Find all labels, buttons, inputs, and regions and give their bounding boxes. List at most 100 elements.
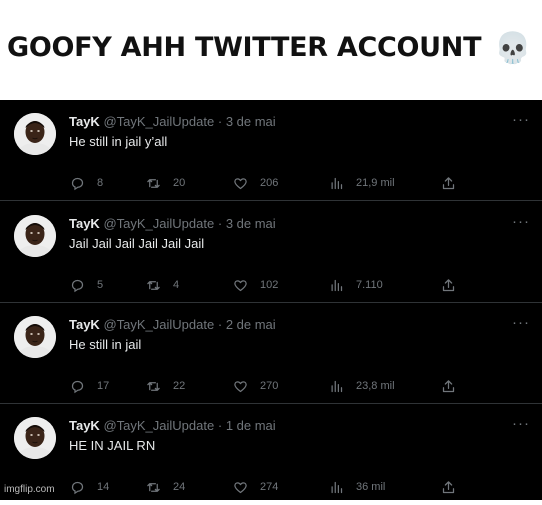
tweet[interactable]: TayK @TayK_JailUpdate · 1 de mai ··· HE … — [0, 404, 542, 505]
views-button[interactable]: 7.110 — [329, 276, 383, 294]
retweet-count: 24 — [173, 481, 186, 493]
share-button[interactable] — [441, 174, 456, 192]
views-button[interactable]: 21,9 mil — [329, 174, 395, 192]
action-bar: 14 24 274 36 mil — [0, 478, 542, 496]
views-icon — [331, 279, 343, 291]
display-name[interactable]: TayK — [69, 418, 100, 433]
reply-button[interactable]: 14 — [70, 478, 109, 496]
reply-icon — [71, 279, 84, 292]
heart-icon — [234, 481, 247, 493]
avatar-image — [14, 113, 56, 155]
more-options-icon[interactable]: ··· — [512, 314, 530, 331]
caption-text: GOOFY AHH TWITTER ACCOUNT — [7, 32, 482, 63]
like-button[interactable]: 206 — [233, 174, 278, 192]
share-icon — [442, 480, 455, 493]
separator-dot: · — [217, 114, 223, 129]
retweet-icon — [147, 280, 160, 290]
retweet-button[interactable]: 20 — [146, 174, 185, 192]
avatar-image — [14, 215, 56, 257]
like-button[interactable]: 270 — [233, 377, 278, 395]
share-button[interactable] — [441, 478, 456, 496]
separator-dot: · — [217, 418, 223, 433]
reply-count: 8 — [97, 177, 104, 189]
reply-icon — [71, 481, 84, 494]
tweet-header: TayK @TayK_JailUpdate · 1 de mai — [69, 418, 276, 433]
avatar[interactable] — [14, 316, 56, 358]
watermark: imgflip.com — [4, 484, 55, 495]
retweet-count: 4 — [173, 279, 180, 291]
like-button[interactable]: 274 — [233, 478, 278, 496]
user-handle[interactable]: @TayK_JailUpdate — [103, 114, 214, 129]
separator-dot: · — [217, 317, 223, 332]
tweet-header: TayK @TayK_JailUpdate · 3 de mai — [69, 216, 276, 231]
share-icon — [442, 278, 455, 291]
views-button[interactable]: 36 mil — [329, 478, 385, 496]
view-count: 36 mil — [356, 481, 386, 493]
view-count: 21,9 mil — [356, 177, 395, 189]
action-bar: 5 4 102 7.110 — [0, 276, 542, 294]
heart-icon — [234, 279, 247, 291]
tweet-text: Jail Jail Jail Jail Jail Jail — [69, 236, 205, 251]
user-handle[interactable]: @TayK_JailUpdate — [103, 317, 214, 332]
reply-button[interactable]: 8 — [70, 174, 103, 192]
tweet-date[interactable]: 3 de mai — [226, 114, 276, 129]
tweet-text: He still in jail y’all — [69, 134, 168, 149]
reply-icon — [71, 380, 84, 393]
tweet-header: TayK @TayK_JailUpdate · 3 de mai — [69, 114, 276, 129]
tweet-header: TayK @TayK_JailUpdate · 2 de mai — [69, 317, 276, 332]
reply-button[interactable]: 5 — [70, 276, 103, 294]
share-button[interactable] — [441, 276, 456, 294]
tweet-text: HE IN JAIL RN — [69, 438, 156, 453]
reply-count: 17 — [97, 380, 110, 392]
retweet-button[interactable]: 24 — [146, 478, 185, 496]
reply-count: 14 — [97, 481, 110, 493]
display-name[interactable]: TayK — [69, 216, 100, 231]
meme-caption: GOOFY AHH TWITTER ACCOUNT 💀 — [0, 0, 542, 100]
more-options-icon[interactable]: ··· — [512, 415, 530, 432]
display-name[interactable]: TayK — [69, 317, 100, 332]
tweet[interactable]: TayK @TayK_JailUpdate · 3 de mai ··· He … — [0, 100, 542, 201]
views-icon — [331, 177, 343, 189]
views-icon — [331, 380, 343, 392]
tweet[interactable]: TayK @TayK_JailUpdate · 2 de mai ··· He … — [0, 303, 542, 404]
display-name[interactable]: TayK — [69, 114, 100, 129]
like-count: 270 — [260, 380, 279, 392]
more-options-icon[interactable]: ··· — [512, 213, 530, 230]
tweet-date[interactable]: 2 de mai — [226, 317, 276, 332]
action-bar: 17 22 270 23,8 mil — [0, 377, 542, 395]
separator-dot: · — [217, 216, 223, 231]
retweet-icon — [147, 482, 160, 492]
reply-button[interactable]: 17 — [70, 377, 109, 395]
avatar[interactable] — [14, 417, 56, 459]
retweet-button[interactable]: 22 — [146, 377, 185, 395]
avatar[interactable] — [14, 215, 56, 257]
retweet-button[interactable]: 4 — [146, 276, 179, 294]
like-count: 102 — [260, 279, 279, 291]
heart-icon — [234, 380, 247, 392]
share-icon — [442, 176, 455, 189]
tweet-date[interactable]: 1 de mai — [226, 418, 276, 433]
more-options-icon[interactable]: ··· — [512, 111, 530, 128]
like-button[interactable]: 102 — [233, 276, 278, 294]
retweet-count: 20 — [173, 177, 186, 189]
heart-icon — [234, 177, 247, 189]
view-count: 23,8 mil — [356, 380, 395, 392]
views-icon — [331, 481, 343, 493]
share-icon — [442, 379, 455, 392]
views-button[interactable]: 23,8 mil — [329, 377, 395, 395]
user-handle[interactable]: @TayK_JailUpdate — [103, 216, 214, 231]
retweet-icon — [147, 381, 160, 391]
tweet-date[interactable]: 3 de mai — [226, 216, 276, 231]
reply-icon — [71, 177, 84, 190]
skull-icon: 💀 — [494, 32, 532, 65]
avatar[interactable] — [14, 113, 56, 155]
reply-count: 5 — [97, 279, 104, 291]
action-bar: 8 20 206 21,9 mil — [0, 174, 542, 192]
user-handle[interactable]: @TayK_JailUpdate — [103, 418, 214, 433]
avatar-image — [14, 417, 56, 459]
tweet[interactable]: TayK @TayK_JailUpdate · 3 de mai ··· Jai… — [0, 202, 542, 303]
view-count: 7.110 — [356, 279, 383, 291]
share-button[interactable] — [441, 377, 456, 395]
retweet-icon — [147, 178, 160, 188]
tweet-feed: TayK @TayK_JailUpdate · 3 de mai ··· He … — [0, 100, 542, 500]
